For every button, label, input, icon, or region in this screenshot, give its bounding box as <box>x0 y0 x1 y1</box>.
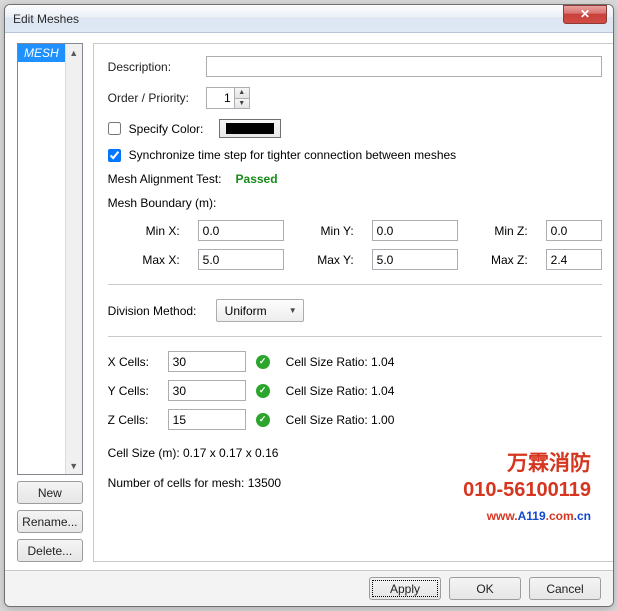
chevron-down-icon: ▼ <box>289 306 297 315</box>
zcells-ratio: Cell Size Ratio: 1.00 <box>286 413 602 427</box>
zcells-label: Z Cells: <box>108 413 158 427</box>
scrollbar[interactable]: ▲ ▼ <box>65 44 82 474</box>
sync-label: Synchronize time step for tighter connec… <box>129 148 457 162</box>
miny-input[interactable] <box>372 220 458 241</box>
boundary-grid: Min X: Min Y: Min Z: Max X: Max Y: Max Z… <box>128 220 602 270</box>
scroll-down-icon[interactable]: ▼ <box>66 457 82 474</box>
spin-up-icon[interactable]: ▲ <box>235 88 249 99</box>
mesh-listbox[interactable]: MESH ▲ ▼ <box>17 43 83 475</box>
maxx-label: Max X: <box>128 253 180 267</box>
specify-color-checkbox[interactable] <box>108 122 121 135</box>
delete-button[interactable]: Delete... <box>17 539 83 562</box>
xcells-label: X Cells: <box>108 355 158 369</box>
minz-input[interactable] <box>546 220 602 241</box>
cell-size-text: Cell Size (m): 0.17 x 0.17 x 0.16 <box>108 446 602 460</box>
xcells-ratio: Cell Size Ratio: 1.04 <box>286 355 602 369</box>
maxz-label: Max Z: <box>476 253 528 267</box>
mesh-align-label: Mesh Alignment Test: <box>108 172 222 186</box>
dialog-edit-meshes: Edit Meshes ✕ MESH ▲ ▼ New Rename... Del… <box>4 4 614 607</box>
cancel-button[interactable]: Cancel <box>529 577 601 600</box>
left-panel: MESH ▲ ▼ New Rename... Delete... <box>17 43 83 562</box>
color-swatch-button[interactable] <box>219 119 281 138</box>
dialog-footer: Apply OK Cancel <box>5 570 613 606</box>
division-select[interactable]: Uniform ▼ <box>216 299 304 322</box>
description-input[interactable] <box>206 56 602 77</box>
ok-button[interactable]: OK <box>449 577 521 600</box>
order-spinner[interactable]: ▲ ▼ <box>206 87 250 109</box>
xcells-input[interactable] <box>168 351 246 372</box>
order-label: Order / Priority: <box>108 91 198 105</box>
window-title: Edit Meshes <box>13 12 563 26</box>
maxy-label: Max Y: <box>302 253 354 267</box>
zcells-input[interactable] <box>168 409 246 430</box>
rename-button[interactable]: Rename... <box>17 510 83 533</box>
order-input[interactable] <box>206 87 234 109</box>
check-icon: ✓ <box>256 384 270 398</box>
ycells-input[interactable] <box>168 380 246 401</box>
list-item-mesh[interactable]: MESH <box>18 44 65 62</box>
titlebar[interactable]: Edit Meshes ✕ <box>5 5 613 33</box>
maxy-input[interactable] <box>372 249 458 270</box>
minx-input[interactable] <box>198 220 284 241</box>
division-label: Division Method: <box>108 304 208 318</box>
apply-button[interactable]: Apply <box>369 577 441 600</box>
mesh-align-status: Passed <box>236 172 278 186</box>
form-panel: Description: Order / Priority: ▲ ▼ Speci… <box>93 43 614 562</box>
boundary-label: Mesh Boundary (m): <box>108 196 602 210</box>
miny-label: Min Y: <box>302 224 354 238</box>
maxx-input[interactable] <box>198 249 284 270</box>
scroll-up-icon[interactable]: ▲ <box>66 44 82 61</box>
new-button[interactable]: New <box>17 481 83 504</box>
spin-down-icon[interactable]: ▼ <box>235 99 249 109</box>
division-value: Uniform <box>225 304 267 318</box>
check-icon: ✓ <box>256 355 270 369</box>
close-icon: ✕ <box>580 7 590 21</box>
close-button[interactable]: ✕ <box>563 5 607 24</box>
check-icon: ✓ <box>256 413 270 427</box>
description-label: Description: <box>108 60 198 74</box>
sync-checkbox[interactable] <box>108 149 121 162</box>
maxz-input[interactable] <box>546 249 602 270</box>
minx-label: Min X: <box>128 224 180 238</box>
ycells-ratio: Cell Size Ratio: 1.04 <box>286 384 602 398</box>
specify-color-label: Specify Color: <box>129 122 211 136</box>
num-cells-text: Number of cells for mesh: 13500 <box>108 476 602 490</box>
cells-grid: X Cells: ✓ Cell Size Ratio: 1.04 Y Cells… <box>108 351 602 430</box>
color-preview <box>226 123 274 134</box>
minz-label: Min Z: <box>476 224 528 238</box>
ycells-label: Y Cells: <box>108 384 158 398</box>
